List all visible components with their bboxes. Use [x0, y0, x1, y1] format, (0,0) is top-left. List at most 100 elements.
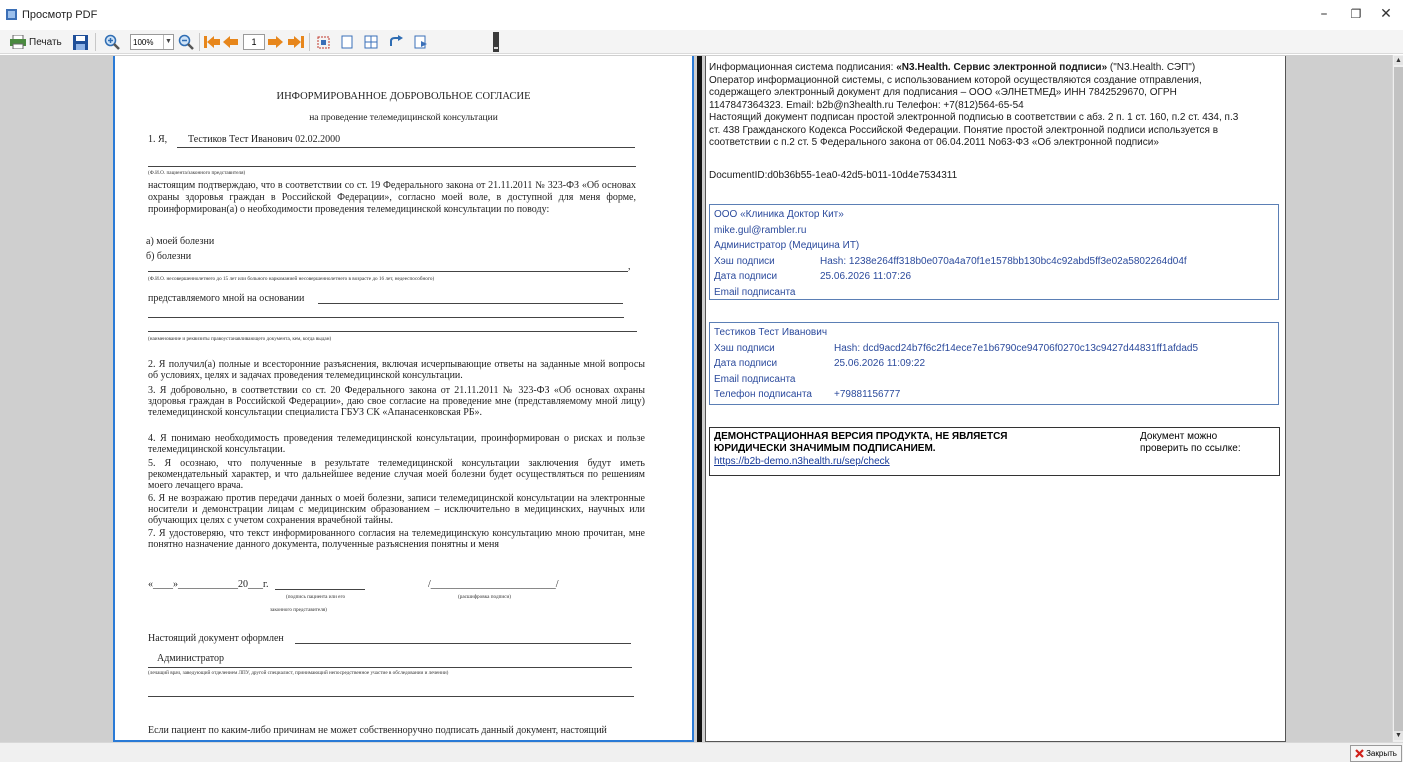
minimize-button[interactable]: –	[1309, 4, 1339, 24]
rotate-button[interactable]	[388, 33, 404, 51]
clause-6: 6. Я не возражаю против передачи данных …	[148, 493, 645, 527]
date-value: 25.06.2026 11:07:26	[820, 271, 912, 282]
last-page-button[interactable]	[287, 33, 305, 51]
scroll-thumb[interactable]	[1394, 67, 1403, 732]
two-page-icon	[364, 35, 378, 49]
underline	[177, 147, 635, 148]
pdf-viewer-window: Просмотр PDF – ❐ ✕ Печать 100% ▼ 1 ИНФОР…	[0, 0, 1403, 762]
scroll-down-icon[interactable]: ▼	[1394, 731, 1403, 740]
first-page-button[interactable]	[203, 33, 220, 51]
email-label: Email подписанта	[714, 286, 796, 298]
single-page-button[interactable]	[339, 33, 355, 51]
clause-3: 3. Я добровольно, в соответствии со ст. …	[148, 385, 645, 419]
consent-title: ИНФОРМИРОВАННОЕ ДОБРОВОЛЬНОЕ СОГЛАСИЕ	[276, 91, 531, 102]
grip-icon	[493, 32, 499, 52]
consent-subtitle: на проведение телемедицинской консультац…	[309, 113, 498, 123]
item1-prefix: 1. Я,	[148, 134, 168, 145]
fit-page-icon	[317, 36, 329, 48]
page-number-input[interactable]: 1	[243, 34, 265, 50]
clause-5: 5. Я осознаю, что полученные в результат…	[148, 458, 645, 492]
print-label: Печать	[29, 36, 62, 48]
signature-block-patient: Тестиков Тест Иванович Хэш подписи Hash: …	[709, 322, 1279, 405]
print-button[interactable]: Печать	[10, 33, 68, 51]
hash-label: Хэш подписи	[714, 342, 775, 354]
hash-label: Хэш подписи	[714, 255, 775, 267]
email-label: Email подписанта	[714, 373, 796, 385]
toolbar-separator	[199, 33, 200, 51]
info-line: 1147847364323. Email: b2b@n3health.ru Те…	[709, 99, 1024, 111]
doctor-hint: (лечащий врач, заведующий отделением ЛПУ…	[148, 670, 449, 676]
signer-name: Тестиков Тест Иванович	[714, 327, 828, 338]
window-title: Просмотр PDF	[22, 9, 98, 21]
date-value: 25.06.2026 11:09:22	[834, 358, 926, 369]
export-button[interactable]	[413, 33, 429, 51]
date-line: «____»____________20___г.	[148, 579, 269, 590]
check-hint-2: проверить по ссылке:	[1140, 443, 1241, 454]
vertical-scrollbar[interactable]: ▲ ▼	[1392, 55, 1403, 742]
last-paragraph: Если пациент по каким-либо причинам не м…	[148, 725, 607, 736]
first-page-icon	[203, 36, 220, 48]
resize-grip[interactable]	[493, 32, 499, 52]
zoom-out-button[interactable]	[177, 33, 195, 51]
close-window-button[interactable]: ✕	[1371, 4, 1401, 24]
next-page-icon	[268, 36, 283, 48]
status-bar: Закрыть	[0, 742, 1403, 762]
underline	[148, 696, 634, 697]
signing-info: Информационная система подписания: «N3.H…	[709, 62, 1284, 150]
toolbar-separator	[309, 33, 310, 51]
underline	[148, 331, 637, 332]
close-icon	[1355, 749, 1364, 758]
next-page-button[interactable]	[267, 33, 284, 51]
signature-block-organization: ООО «Клиника Доктор Кит» mike.gul@ramble…	[709, 204, 1279, 300]
document-id: DocumentID:d0b36b55-1ea0-42d5-b011-10d4e…	[709, 170, 958, 181]
patient-name: Тестиков Тест Иванович 02.02.2000	[188, 134, 341, 145]
two-page-button[interactable]	[363, 33, 379, 51]
chevron-down-icon: ▼	[163, 35, 173, 49]
phone-value: +79881156777	[834, 389, 901, 400]
document-hint: (наименование и реквизиты правоустанавли…	[148, 336, 332, 342]
issued-label: Настоящий документ оформлен	[148, 633, 284, 644]
clause-2: 2. Я получил(а) полные и всесторонние ра…	[148, 359, 645, 382]
signer-org: ООО «Клиника Доктор Кит»	[714, 209, 844, 220]
info-line: ст. 438 Гражданского Кодекса Российской …	[709, 124, 1219, 136]
underline	[148, 667, 632, 668]
zoom-select[interactable]: 100% ▼	[130, 34, 174, 50]
underline	[148, 317, 624, 318]
info-line: соответствии с п.2 ст. 5 Федерального за…	[709, 137, 1159, 148]
restore-button[interactable]: ❐	[1341, 4, 1371, 24]
phone-label: Телефон подписанта	[714, 389, 812, 400]
title-bar: Просмотр PDF – ❐ ✕	[0, 0, 1403, 30]
signer-email: mike.gul@rambler.ru	[714, 224, 807, 236]
info-system-short: ("N3.Health. СЭП")	[1107, 62, 1196, 73]
issuer-role: Администратор	[157, 653, 225, 664]
sign-hint-2: законного представителя)	[270, 607, 327, 613]
zoom-in-button[interactable]	[103, 33, 121, 51]
check-link[interactable]: https://b2b-demo.n3health.ru/sep/check	[714, 455, 1275, 468]
hash-value: Hash: 1238e264ff318b0e070a4a70f1e1578bb1…	[820, 255, 1187, 267]
clause-4: 4. Я понимаю необходимость проведения те…	[148, 433, 645, 456]
prev-page-button[interactable]	[222, 33, 239, 51]
printer-icon	[10, 35, 26, 49]
close-button[interactable]: Закрыть	[1350, 745, 1402, 762]
page-separator	[697, 56, 702, 742]
underline	[148, 166, 636, 167]
fit-page-button[interactable]	[314, 33, 332, 51]
minor-hint: (Ф.И.О. несовершеннолетнего до 15 лет ил…	[148, 276, 435, 282]
date-label: Дата подписи	[714, 271, 778, 282]
scroll-up-icon[interactable]: ▲	[1394, 56, 1403, 65]
underline	[148, 271, 628, 272]
prev-page-icon	[223, 36, 238, 48]
save-button[interactable]	[71, 33, 89, 51]
option-a: а) моей болезни	[146, 236, 215, 247]
rotate-icon	[390, 35, 403, 46]
pdf-page-left: ИНФОРМИРОВАННОЕ ДОБРОВОЛЬНОЕ СОГЛАСИЕ на…	[113, 56, 694, 742]
export-icon	[414, 35, 427, 49]
option-b-end: ,	[628, 261, 631, 272]
toolbar-separator	[95, 33, 96, 51]
info-label: Информационная система подписания:	[709, 62, 897, 73]
zoom-in-icon	[104, 34, 120, 50]
consent-paragraph: настоящим подтверждаю, что в соответстви…	[148, 180, 636, 215]
info-line: Оператор информационной системы, с испол…	[709, 74, 1202, 86]
signer-role: Администратор (Медицина ИТ)	[714, 240, 860, 251]
close-label: Закрыть	[1366, 749, 1397, 758]
